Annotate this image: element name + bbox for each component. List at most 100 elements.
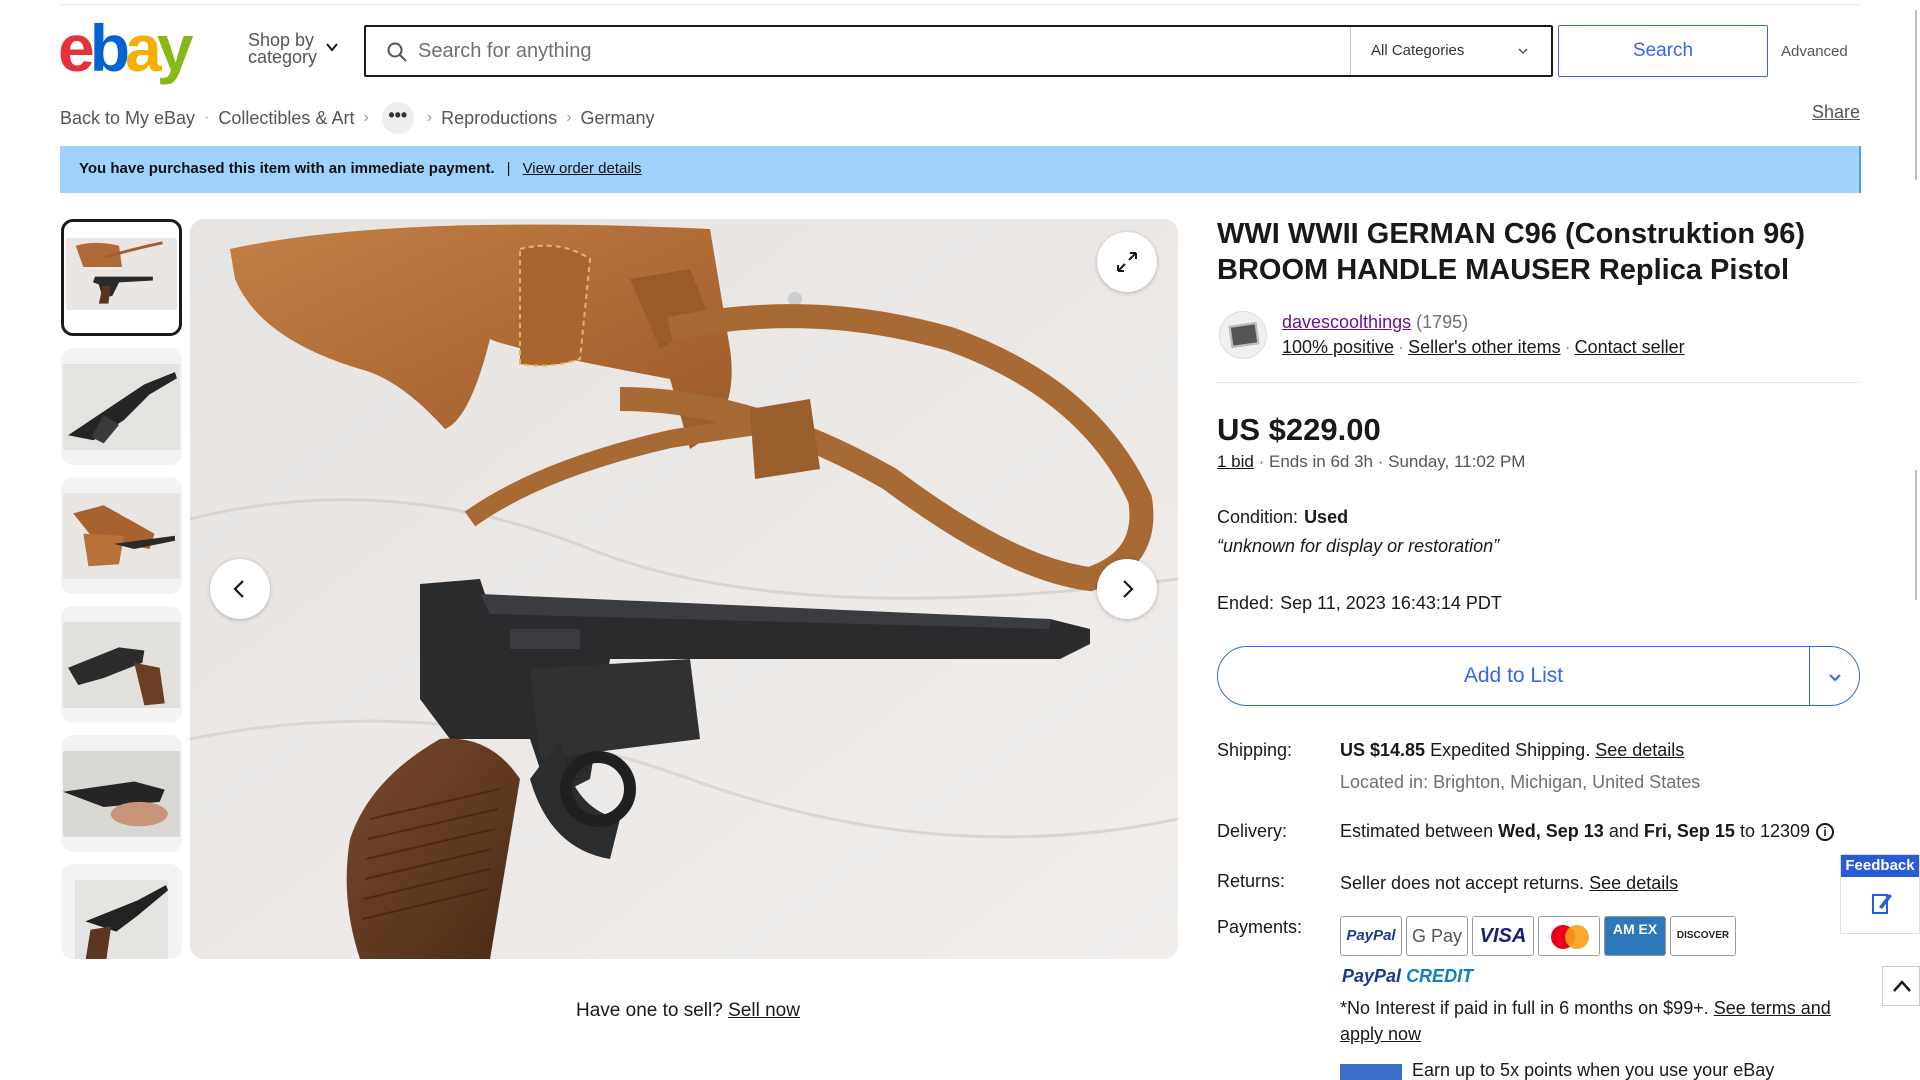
returns-label: Returns:	[1217, 871, 1286, 891]
shop-by-category-button[interactable]: Shop by category	[248, 31, 318, 67]
thumbnail-1[interactable]	[61, 219, 182, 336]
category-select[interactable]: All Categories	[1350, 27, 1551, 75]
thumbnail-6[interactable]	[61, 864, 182, 959]
delivery-prefix: Estimated between	[1340, 821, 1494, 841]
seller-links: 100% positive · Seller's other items · Conta…	[1282, 337, 1685, 358]
delivery-date-from: Wed, Sep 13	[1498, 821, 1604, 841]
section-divider	[1217, 382, 1860, 383]
advanced-search-link[interactable]: Advanced	[1781, 43, 1848, 60]
ended-label: Ended:	[1217, 593, 1275, 613]
delivery-value: Estimated between Wed, Sep 13 and Fri, S…	[1340, 821, 1835, 842]
thumbnail-image	[63, 493, 180, 580]
amex-logo: AM EX	[1604, 916, 1666, 956]
chevron-right-icon: ›	[426, 109, 433, 126]
chevron-right-icon: ›	[363, 109, 369, 126]
discover-logo: DISCOVER	[1670, 916, 1736, 956]
thumbnail-3[interactable]	[61, 477, 182, 594]
add-to-list-label: Add to List	[1463, 664, 1564, 687]
returns-value: Seller does not accept returns. See deta…	[1340, 873, 1678, 894]
previous-image-button[interactable]	[210, 559, 270, 619]
thumbnail-5[interactable]	[61, 735, 182, 852]
info-icon[interactable]: i	[1816, 823, 1835, 841]
chevron-down-icon[interactable]	[325, 40, 339, 54]
logo-letter: e	[58, 11, 95, 85]
item-price: US $229.00	[1217, 412, 1381, 447]
shipping-details-link[interactable]: See details	[1595, 740, 1684, 760]
ebay-logo[interactable]: ebay	[58, 11, 208, 85]
no-interest-text: *No Interest if paid in full in 6 months…	[1340, 998, 1709, 1018]
scrollbar[interactable]	[1913, 0, 1920, 1080]
search-button[interactable]: Search	[1558, 25, 1768, 77]
item-location: Located in: Brighton, Michigan, United S…	[1340, 772, 1701, 792]
share-link[interactable]: Share	[1812, 102, 1860, 123]
feedback-label: Feedback	[1841, 855, 1919, 877]
category-label: category	[248, 47, 318, 67]
condition-note: “unknown for display or restoration”	[1217, 536, 1500, 556]
visa-logo: VISA	[1472, 916, 1534, 956]
fullscreen-button[interactable]	[1097, 232, 1157, 292]
mastercard-icon	[1551, 925, 1589, 949]
breadcrumb-more-button[interactable]: •••	[381, 102, 414, 134]
thumbnail-image	[66, 238, 177, 311]
breadcrumb-collectibles[interactable]: Collectibles & Art	[218, 108, 354, 129]
add-to-list-button[interactable]: Add to List	[1217, 646, 1860, 706]
breadcrumb-reproductions[interactable]: Reproductions	[441, 108, 557, 129]
payments-label: Payments:	[1217, 917, 1303, 937]
thumbnail-image	[63, 751, 180, 838]
google-pay-logo: G Pay	[1406, 916, 1468, 956]
logo-letter: a	[125, 11, 162, 85]
time-left: Ends in 6d 3h	[1269, 452, 1373, 471]
scrollbar-thumb[interactable]	[1915, 470, 1917, 600]
seller-feedback-count: (1795)	[1416, 312, 1469, 332]
breadcrumb-dot-separator: ·	[204, 109, 210, 126]
main-product-image[interactable]	[190, 219, 1178, 959]
sellers-other-items-link[interactable]: Seller's other items	[1408, 337, 1561, 357]
separator-dot: ·	[1377, 452, 1384, 471]
shipping-method: Expedited Shipping.	[1430, 740, 1591, 760]
edit-note-icon	[1872, 894, 1892, 914]
chevron-left-icon	[233, 580, 244, 598]
feedback-widget[interactable]: Feedback	[1840, 854, 1920, 934]
ebay-card-icon	[1340, 1064, 1402, 1080]
item-title: WWI WWII GERMAN C96 (Construktion 96) BR…	[1217, 218, 1806, 286]
mastercard-logo	[1538, 916, 1600, 956]
logo-letter: b	[89, 11, 130, 85]
returns-details-link[interactable]: See details	[1589, 873, 1678, 893]
chevron-down-icon[interactable]	[1827, 669, 1843, 685]
sell-now-link[interactable]: Sell now	[728, 1000, 800, 1021]
ended-value: Sep 11, 2023 16:43:14 PDT	[1280, 593, 1502, 613]
banner-separator: |	[506, 160, 511, 177]
contact-seller-link[interactable]: Contact seller	[1575, 337, 1685, 357]
banner-message: You have purchased this item with an imm…	[79, 160, 495, 177]
search-bar: All Categories	[364, 25, 1553, 77]
returns-text: Seller does not accept returns.	[1340, 873, 1585, 893]
chevron-right-icon	[1123, 580, 1134, 598]
category-select-value: All Categories	[1371, 42, 1465, 59]
thumbnail-image	[75, 880, 168, 959]
positive-feedback-link[interactable]: 100% positive	[1282, 337, 1394, 357]
search-input[interactable]	[418, 37, 1318, 65]
sell-prompt: Have one to sell? Sell now	[576, 1000, 800, 1022]
delivery-date-to: Fri, Sep 15	[1643, 821, 1735, 841]
view-order-details-link[interactable]: View order details	[523, 160, 642, 177]
expand-icon	[1117, 252, 1137, 272]
next-image-button[interactable]	[1097, 559, 1157, 619]
shipping-label: Shipping:	[1217, 740, 1293, 760]
avatar-image	[1228, 322, 1260, 348]
separator-dot: ·	[1398, 337, 1405, 357]
bid-info: 1 bid · Ends in 6d 3h · Sunday, 11:02 PM	[1217, 452, 1525, 472]
condition: Condition: Used	[1217, 507, 1348, 528]
breadcrumb-back-to-my-ebay[interactable]: Back to My eBay	[60, 108, 195, 129]
seller-name-link[interactable]: davescoolthings	[1282, 312, 1411, 332]
paypal-credit-a: PayPal	[1342, 966, 1402, 986]
thumbnail-4[interactable]	[61, 606, 182, 723]
thumbnail-2[interactable]	[61, 348, 182, 465]
earn-points-text: Earn up to 5x points when you use your e…	[1412, 1060, 1775, 1080]
breadcrumb-germany[interactable]: Germany	[581, 108, 655, 129]
top-divider	[60, 4, 1860, 5]
shipping-value: US $14.85 Expedited Shipping. See detail…	[1340, 740, 1684, 761]
bid-count-link[interactable]: 1 bid	[1217, 452, 1254, 471]
seller-avatar[interactable]	[1219, 311, 1267, 359]
seller-info: davescoolthings (1795)	[1282, 312, 1468, 333]
delivery-zip: to 12309	[1739, 821, 1811, 841]
